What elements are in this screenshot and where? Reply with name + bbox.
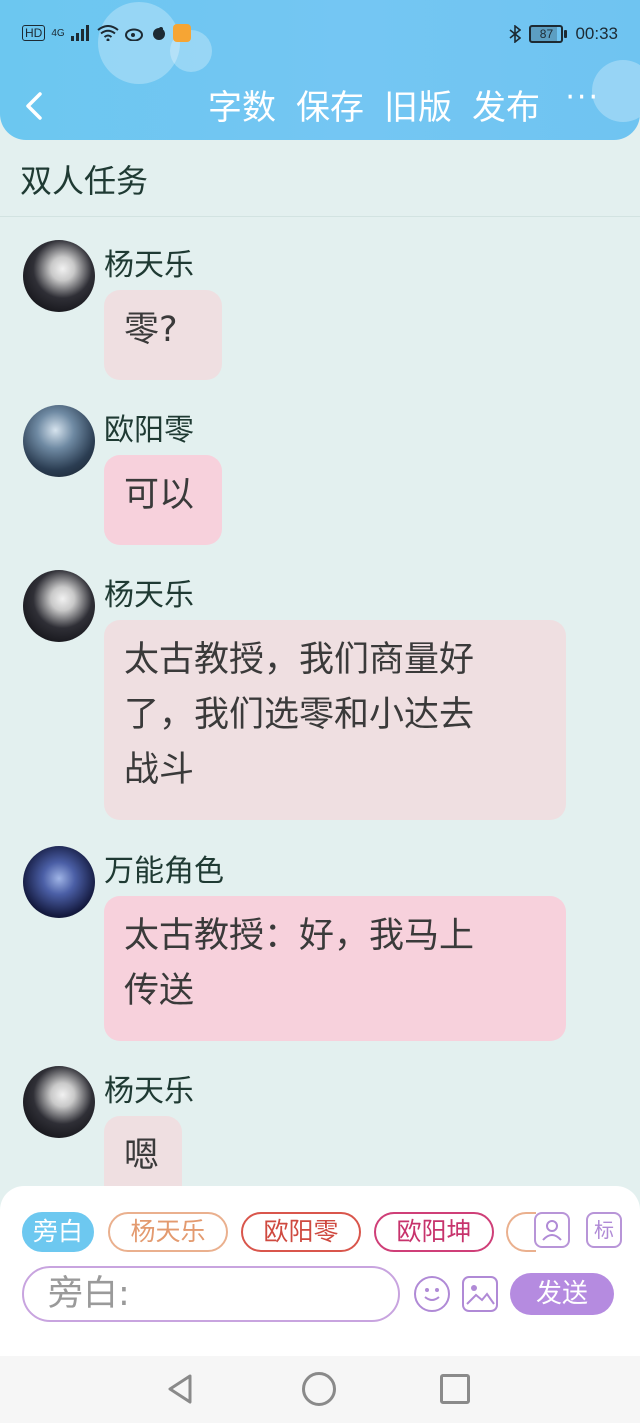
message-bubble[interactable]: 太古教授，我们商量好 了，我们选零和小达去 战斗 (104, 620, 566, 820)
message-text-line: 战斗 (124, 750, 195, 790)
emoji-button[interactable] (414, 1276, 450, 1312)
sender-name: 欧阳零 (104, 413, 194, 448)
status-time: 00:33 (575, 24, 618, 43)
role-chip-partial[interactable] (506, 1212, 536, 1252)
avatar-yang[interactable] (23, 240, 95, 312)
old-version-button[interactable]: 旧版 (384, 84, 452, 132)
nav-actions: 字数 保存 旧版 发布 (208, 84, 540, 132)
image-button[interactable] (462, 1276, 498, 1312)
role-chip-narrator[interactable]: 旁白 (22, 1212, 94, 1252)
message-text-line: 了，我们选零和小达去 (124, 695, 475, 735)
app-icon (152, 27, 165, 40)
message-input[interactable]: 旁白: (22, 1266, 400, 1322)
role-chip-yang[interactable]: 杨天乐 (108, 1212, 228, 1252)
bluetooth-icon (509, 25, 522, 43)
message-text-line: 太古教授，我们商量好 (124, 640, 475, 680)
status-icons-right: 87 00:33 (509, 24, 618, 44)
message-text-line: 传送 (124, 971, 195, 1011)
person-icon (542, 1220, 562, 1241)
role-chip-ouyang-ling[interactable]: 欧阳零 (241, 1212, 361, 1252)
word-count-button[interactable]: 字数 (208, 84, 276, 132)
message-bubble[interactable]: 零? (104, 290, 222, 380)
system-nav-bar (0, 1356, 640, 1423)
message-text: 零? (124, 310, 178, 350)
battery-icon: 87 (529, 25, 568, 43)
sender-name: 万能角色 (104, 854, 224, 889)
battery-tip (564, 30, 568, 38)
nav-bar: 字数 保存 旧版 发布 ··· (0, 78, 640, 138)
system-home-icon[interactable] (302, 1372, 336, 1406)
notification-icon (172, 24, 191, 42)
sender-name: 杨天乐 (104, 248, 194, 283)
sender-name: 杨天乐 (104, 578, 194, 613)
smile-icon (424, 1288, 440, 1301)
message-bubble[interactable]: 可以 (104, 455, 222, 545)
role-chip-bar[interactable]: 旁白 杨天乐 欧阳零 欧阳坤 标 (22, 1212, 622, 1252)
hd-badge: HD (22, 25, 46, 41)
message-text: 可以 (124, 475, 195, 515)
chat-title: 双人任务 (20, 162, 149, 200)
back-button[interactable] (20, 86, 52, 126)
signal-icon (70, 25, 89, 41)
weibo-icon (124, 28, 143, 41)
publish-button[interactable]: 发布 (472, 84, 540, 132)
system-back-icon[interactable] (164, 1372, 198, 1406)
tag-button[interactable]: 标 (586, 1212, 622, 1248)
role-chip-ouyang-kun[interactable]: 欧阳坤 (374, 1212, 494, 1252)
sender-name: 杨天乐 (104, 1074, 194, 1109)
more-menu-button[interactable]: ··· (565, 80, 600, 115)
message-text: 嗯 (124, 1136, 160, 1176)
message-text-line: 太古教授：好，我马上 (124, 916, 475, 956)
role-manage-button[interactable] (534, 1212, 570, 1248)
wifi-icon (97, 25, 119, 41)
battery-level: 87 (529, 25, 564, 43)
avatar-yang[interactable] (23, 570, 95, 642)
system-recents-icon[interactable] (440, 1374, 470, 1404)
avatar-ouyang-ling[interactable] (23, 405, 95, 477)
app-header: HD 4G 87 00:33 字数 保存 旧版 发布 ··· (0, 0, 640, 140)
avatar-universal[interactable] (23, 846, 95, 918)
composer-panel: 旁白 杨天乐 欧阳零 欧阳坤 标 旁白: 发送 (0, 1186, 640, 1356)
avatar-yang[interactable] (23, 1066, 95, 1138)
save-button[interactable]: 保存 (296, 84, 364, 132)
chevron-left-icon (26, 92, 42, 120)
status-bar: HD 4G 87 00:33 (0, 18, 640, 52)
message-bubble[interactable]: 太古教授：好，我马上 传送 (104, 896, 566, 1041)
image-icon (466, 1285, 495, 1305)
status-icons-left: HD 4G (22, 24, 191, 42)
title-divider (0, 216, 640, 217)
network-type: 4G (51, 27, 65, 39)
send-button[interactable]: 发送 (510, 1273, 614, 1315)
